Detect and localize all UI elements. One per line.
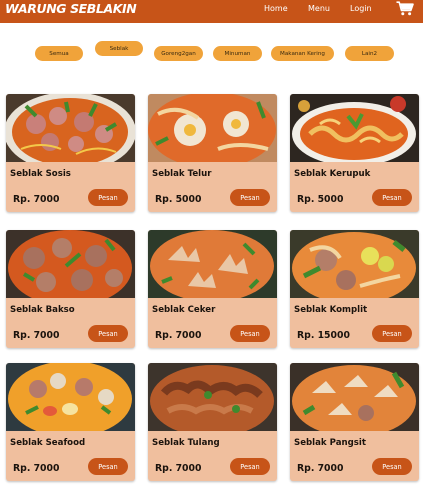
order-button[interactable]: Pesan — [372, 458, 412, 475]
product-price: Rp. 7000 — [155, 463, 202, 474]
order-button[interactable]: Pesan — [230, 325, 270, 342]
food-image — [148, 94, 277, 162]
product-card: Seblak Sosis Rp. 7000 Pesan — [6, 94, 135, 212]
food-image — [148, 363, 277, 431]
food-image — [6, 363, 135, 431]
product-name: Seblak Tulang — [152, 438, 220, 448]
category-minuman-button[interactable]: Minuman — [213, 46, 262, 61]
food-image — [6, 230, 135, 298]
product-card: Seblak Ceker Rp. 7000 Pesan — [148, 230, 277, 348]
category-seblak-button[interactable]: Seblak — [95, 41, 143, 56]
category-makanan-kering-button[interactable]: Makanan Kering — [271, 46, 334, 61]
order-button[interactable]: Pesan — [372, 325, 412, 342]
nav-link-login[interactable]: Login — [350, 4, 372, 13]
product-price: Rp. 7000 — [13, 330, 60, 341]
product-name: Seblak Seafood — [10, 438, 86, 448]
food-image — [290, 230, 419, 298]
product-card: Seblak Komplit Rp. 15000 Pesan — [290, 230, 419, 348]
order-button[interactable]: Pesan — [230, 189, 270, 206]
order-button[interactable]: Pesan — [230, 458, 270, 475]
category-goreng2gan-button[interactable]: Goreng2gan — [154, 46, 203, 61]
product-name: Seblak Telur — [152, 169, 212, 179]
brand-logo[interactable]: WARUNG SEBLAKIN — [5, 1, 137, 16]
product-name: Seblak Kerupuk — [294, 169, 371, 179]
product-card: Seblak Bakso Rp. 7000 Pesan — [6, 230, 135, 348]
product-name: Seblak Bakso — [10, 305, 75, 315]
order-button[interactable]: Pesan — [88, 189, 128, 206]
product-card: Seblak Kerupuk Rp. 5000 Pesan — [290, 94, 419, 212]
product-price: Rp. 5000 — [155, 194, 202, 205]
product-card: Seblak Telur Rp. 5000 Pesan — [148, 94, 277, 212]
category-semua-button[interactable]: Semua — [35, 46, 83, 61]
product-card: Seblak Tulang Rp. 7000 Pesan — [148, 363, 277, 481]
food-image — [148, 230, 277, 298]
product-name: Seblak Ceker — [152, 305, 216, 315]
category-lain2-button[interactable]: Lain2 — [345, 46, 394, 61]
nav-link-menu[interactable]: Menu — [308, 4, 330, 13]
product-price: Rp. 7000 — [155, 330, 202, 341]
order-button[interactable]: Pesan — [372, 189, 412, 206]
product-price: Rp. 7000 — [13, 463, 60, 474]
product-card: Seblak Seafood Rp. 7000 Pesan — [6, 363, 135, 481]
product-price: Rp. 5000 — [297, 194, 344, 205]
product-price: Rp. 7000 — [297, 463, 344, 474]
product-name: Seblak Pangsit — [294, 438, 366, 448]
product-name: Seblak Sosis — [10, 169, 71, 179]
food-image — [6, 94, 135, 162]
order-button[interactable]: Pesan — [88, 458, 128, 475]
order-button[interactable]: Pesan — [88, 325, 128, 342]
product-price: Rp. 7000 — [13, 194, 60, 205]
nav-link-home[interactable]: Home — [264, 4, 288, 13]
top-navbar: WARUNG SEBLAKIN Home Menu Login — [0, 0, 423, 23]
shopping-cart-icon[interactable] — [396, 1, 414, 16]
product-name: Seblak Komplit — [294, 305, 368, 315]
food-image — [290, 94, 419, 162]
product-card: Seblak Pangsit Rp. 7000 Pesan — [290, 363, 419, 481]
product-price: Rp. 15000 — [297, 330, 350, 341]
food-image — [290, 363, 419, 431]
